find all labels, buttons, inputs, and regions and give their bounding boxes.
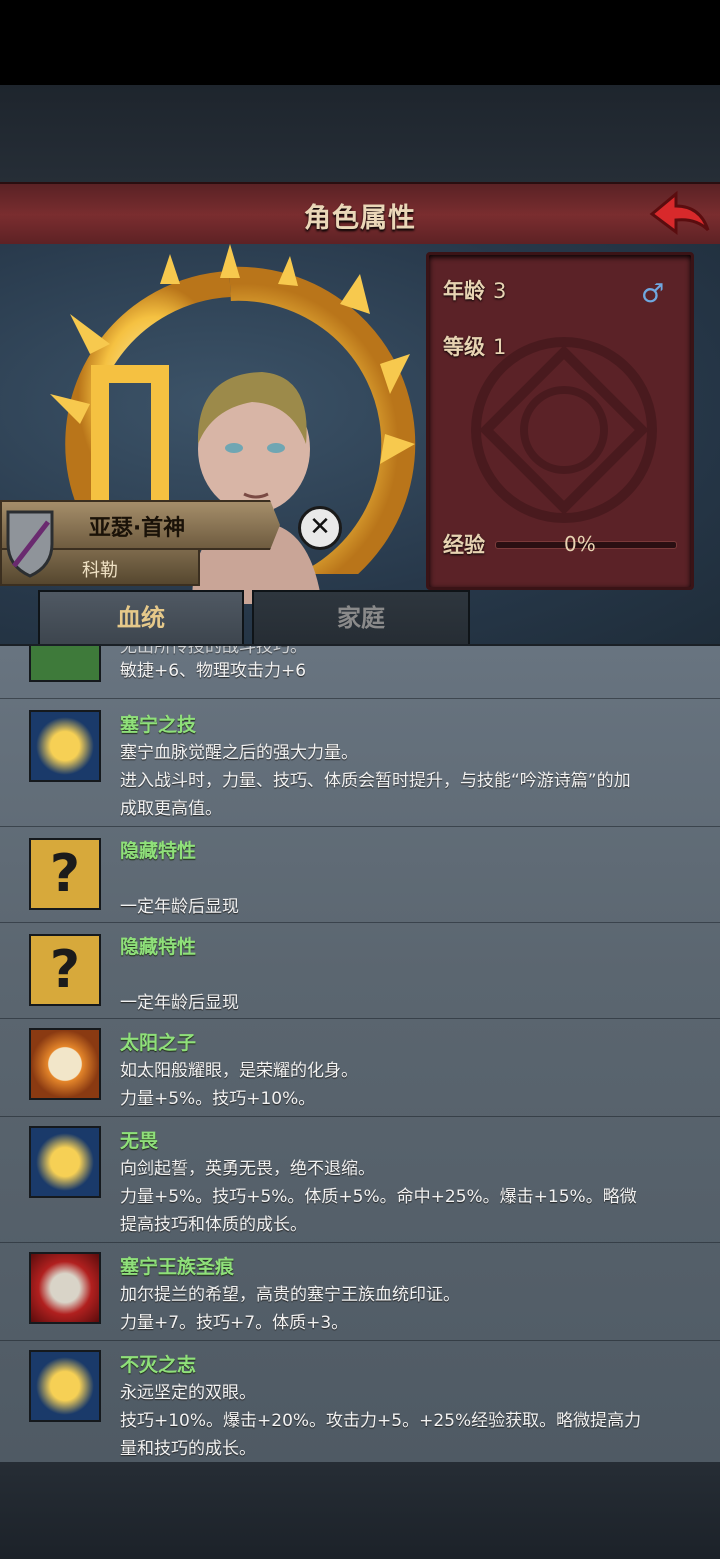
- golden-sun-icon: [29, 1350, 101, 1422]
- trait-desc: 一定年龄后显现: [120, 993, 239, 1013]
- trait-title: 隐藏特性: [120, 840, 197, 862]
- trait-desc: 量和技巧的成长。: [120, 1439, 256, 1459]
- trait-title: 隐藏特性: [120, 936, 197, 958]
- golden-sun-icon: [29, 710, 101, 782]
- celtic-knot-icon: [471, 337, 657, 523]
- trait-desc: 成取更高值。: [120, 799, 222, 819]
- age-label: 年龄: [443, 279, 485, 303]
- trait-desc: 提高技巧和体质的成长。: [120, 1215, 307, 1235]
- trait-title: 塞宁之技: [120, 714, 197, 736]
- trait-desc: 加尔提兰的希望，高贵的塞宁王族血统印证。: [120, 1285, 460, 1305]
- list-item: 不灭之志 永远坚定的双眼。 技巧+10%。爆击+20%。攻击力+5。+25%经验…: [0, 1340, 720, 1464]
- trait-desc: 敏捷+6、物理攻击力+6: [120, 661, 307, 681]
- question-mark-icon: ?: [29, 934, 101, 1006]
- golden-sun-icon: [29, 1126, 101, 1198]
- trait-desc: 技巧+10%。爆击+20%。攻击力+5。+25%经验获取。略微提高力: [120, 1411, 642, 1431]
- trait-desc: 一定年龄后显现: [120, 897, 239, 917]
- tab-family[interactable]: 家庭: [252, 590, 470, 646]
- question-mark-icon: ?: [29, 838, 101, 910]
- tab-bar: 血统 家庭: [0, 584, 720, 650]
- exp-label: 经验: [443, 533, 485, 557]
- list-item: 无出所传授的战斗技巧。 敏捷+6、物理攻击力+6: [0, 646, 720, 699]
- close-icon[interactable]: ✕: [298, 506, 342, 550]
- trait-title: 无畏: [120, 1130, 159, 1152]
- level-stat: 等级 1: [443, 331, 506, 361]
- trait-desc: 塞宁血脉觉醒之后的强大力量。: [120, 743, 358, 763]
- trait-title: 塞宁王族圣痕: [120, 1256, 235, 1278]
- list-item: ? 隐藏特性 一定年龄后显现: [0, 826, 720, 923]
- level-value: 1: [493, 335, 507, 359]
- trait-title: 不灭之志: [120, 1354, 197, 1376]
- background: [0, 85, 720, 185]
- bottom-area: [0, 1462, 720, 1559]
- bone-icon: [29, 646, 101, 682]
- trait-desc: 进入战斗时，力量、技巧、体质会暂时提升，与技能“吟游诗篇”的加: [120, 771, 631, 791]
- title-bar: 角色属性: [0, 182, 720, 249]
- trait-list[interactable]: 无出所传授的战斗技巧。 敏捷+6、物理攻击力+6 塞宁之技 塞宁血脉觉醒之后的强…: [0, 644, 720, 1466]
- list-item: 塞宁王族圣痕 加尔提兰的希望，高贵的塞宁王族血统印证。 力量+7。技巧+7。体质…: [0, 1242, 720, 1341]
- back-arrow-icon[interactable]: [648, 188, 712, 240]
- shield-sword-icon: [6, 510, 54, 578]
- trait-desc: 永远坚定的双眼。: [120, 1383, 256, 1403]
- list-item: 无畏 向剑起誓，英勇无畏，绝不退缩。 力量+5%。技巧+5%。体质+5%。命中+…: [0, 1116, 720, 1243]
- age-value: 3: [493, 279, 507, 303]
- exp-value: 0%: [564, 532, 596, 556]
- trait-desc: 力量+7。技巧+7。体质+3。: [120, 1313, 349, 1333]
- male-icon: ♂: [641, 279, 665, 309]
- tab-bloodline[interactable]: 血统: [38, 590, 244, 650]
- list-item: ? 隐藏特性 一定年龄后显现: [0, 922, 720, 1019]
- status-bar: [0, 0, 720, 85]
- list-item: 塞宁之技 塞宁血脉觉醒之后的强大力量。 进入战斗时，力量、技巧、体质会暂时提升，…: [0, 698, 720, 827]
- smiling-sun-icon: [29, 1028, 101, 1100]
- trait-desc: 力量+5%。技巧+5%。体质+5%。命中+25%。爆击+15%。略微: [120, 1187, 637, 1207]
- silver-sun-icon: [29, 1252, 101, 1324]
- page-title: 角色属性: [304, 203, 416, 234]
- stats-panel: 年龄 3 ♂ 等级 1 经验 0%: [426, 252, 694, 590]
- level-label: 等级: [443, 335, 485, 359]
- age-stat: 年龄 3: [443, 275, 506, 305]
- trait-desc: 如太阳般耀眼，是荣耀的化身。: [120, 1061, 358, 1081]
- list-item: 太阳之子 如太阳般耀眼，是荣耀的化身。 力量+5%。技巧+10%。: [0, 1018, 720, 1117]
- trait-desc: 向剑起誓，英勇无畏，绝不退缩。: [120, 1159, 375, 1179]
- trait-desc: 力量+5%。技巧+10%。: [120, 1089, 316, 1109]
- trait-title: 太阳之子: [120, 1032, 197, 1054]
